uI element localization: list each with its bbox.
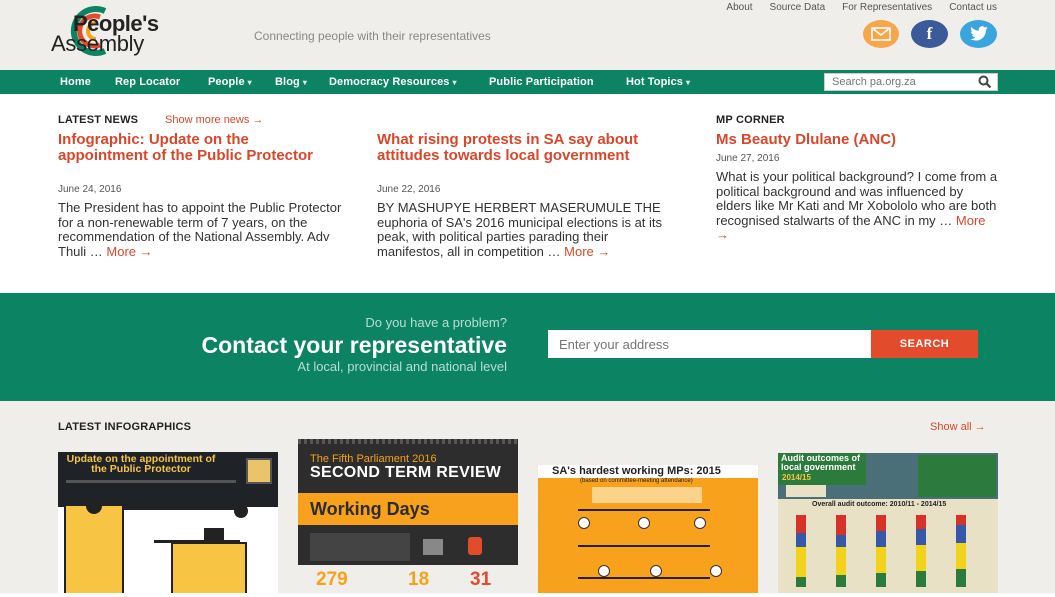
infographic-card-public-protector[interactable]: Update on the appointment of the Public … <box>58 452 278 597</box>
news-excerpt-2: BY MASHUPYE HERBERT MASERUMULE THE eupho… <box>377 200 672 259</box>
card1-box-left <box>64 504 124 597</box>
card2-running-figure <box>468 537 482 555</box>
card1-thumbnail <box>246 458 272 484</box>
nav-home[interactable]: Home <box>60 76 91 88</box>
top-links: About Source Data For Representatives Co… <box>726 2 997 13</box>
nav-rep-locator[interactable]: Rep Locator <box>115 76 180 88</box>
card1-step-dot <box>234 504 248 518</box>
card2-stat-1: 279 <box>316 569 348 590</box>
nav-public-participation-label: Public Participation <box>489 76 594 88</box>
contact-title: Contact your representative <box>201 332 507 358</box>
mp-corner-heading: MP CORNER <box>716 114 785 126</box>
show-all-infographics-link[interactable]: Show all → <box>930 421 986 433</box>
email-icon[interactable] <box>863 20 899 48</box>
news-more-link-1[interactable]: More → <box>106 244 152 259</box>
nav-public-participation[interactable]: Public Participation <box>489 76 594 88</box>
nav-people[interactable]: People ▾ <box>208 76 252 88</box>
card1-meeting-icon <box>204 528 224 542</box>
card4-legend-icons <box>786 485 826 497</box>
site-header: People's Assembly Connecting people with… <box>0 0 1055 70</box>
news-date-1: June 24, 2016 <box>58 184 122 195</box>
card4-key-box <box>918 455 996 497</box>
card3-mp-photo <box>694 517 706 529</box>
contact-representative-band: Do you have a problem? Contact your repr… <box>0 293 1055 401</box>
card2-stripe <box>298 439 518 444</box>
facebook-icon[interactable]: f <box>911 20 948 48</box>
card4-title: Audit outcomes of local government <box>781 453 860 472</box>
news-title-2[interactable]: What rising protests in SA say about att… <box>377 132 647 164</box>
nav-democracy-resources[interactable]: Democracy Resources ▾ <box>329 76 457 88</box>
card2-stat-3: 31 <box>470 569 492 590</box>
mp-corner-excerpt: What is your political background? I com… <box>716 169 998 243</box>
chevron-down-icon: ▾ <box>247 78 252 87</box>
card2-description-box <box>310 533 410 561</box>
nav-hot-topics[interactable]: Hot Topics ▾ <box>626 76 690 88</box>
latest-infographics-heading: LATEST INFOGRAPHICS <box>58 421 192 433</box>
card3-mp-photo <box>638 517 650 529</box>
site-tagline: Connecting people with their representat… <box>254 29 491 43</box>
contact-question: Do you have a problem? <box>365 315 507 330</box>
mp-corner-date: June 27, 2016 <box>716 153 780 164</box>
address-input[interactable] <box>548 330 872 358</box>
nav-democracy-resources-label: Democracy Resources <box>329 76 450 88</box>
card4-chart-title: Overall audit outcome: 2010/11 - 2014/15 <box>812 501 947 508</box>
news-more-link-2[interactable]: More → <box>564 244 610 259</box>
card1-title: Update on the appointment of the Public … <box>66 453 216 475</box>
chevron-down-icon: ▾ <box>452 78 457 87</box>
nav-home-label: Home <box>60 76 91 88</box>
card3-subtitle: (based on committee-meeting attendance) <box>580 478 693 484</box>
nav-people-label: People <box>208 76 245 88</box>
address-search-button[interactable]: SEARCH <box>871 330 978 358</box>
chevron-down-icon: ▾ <box>686 78 691 87</box>
card3-mp-photo <box>710 565 722 577</box>
nav-blog[interactable]: Blog ▾ <box>275 76 307 88</box>
logo-text-assembly: Assembly <box>51 31 144 56</box>
card3-note <box>592 487 702 503</box>
card3-mp-photo <box>578 517 590 529</box>
card3-mp-photo <box>598 565 610 577</box>
twitter-icon[interactable] <box>960 20 997 48</box>
card3-track-2 <box>578 545 710 547</box>
card1-connector <box>124 507 236 510</box>
page-bottom-edge <box>0 593 1055 597</box>
card3-track-1 <box>578 509 710 511</box>
card4-bar-group <box>796 515 966 587</box>
mp-corner-title[interactable]: Ms Beauty Dlulane (ANC) <box>716 132 896 148</box>
card1-portrait <box>86 498 102 514</box>
contact-subtitle: At local, provincial and national level <box>297 359 507 374</box>
card2-title-big: SECOND TERM REVIEW <box>310 464 502 481</box>
contact-us-link[interactable]: Contact us <box>949 2 997 13</box>
news-title-1[interactable]: Infographic: Update on the appointment o… <box>58 132 318 164</box>
news-excerpt-1: The President has to appoint the Public … <box>58 200 348 259</box>
chevron-down-icon: ▾ <box>302 78 307 87</box>
card4-year: 2014/15 <box>782 473 811 482</box>
for-representatives-link[interactable]: For Representatives <box>842 2 932 13</box>
card1-divider <box>66 480 236 483</box>
site-search-input[interactable] <box>824 73 998 91</box>
nav-blog-label: Blog <box>275 76 300 88</box>
card4-audit-bar-chart <box>796 515 966 587</box>
main-nav: Home Rep Locator People ▾ Blog ▾ Democracy… <box>0 70 1055 94</box>
card1-box-right <box>171 542 247 597</box>
nav-rep-locator-label: Rep Locator <box>115 76 181 88</box>
news-date-2: June 22, 2016 <box>377 184 441 195</box>
news-excerpt-1-text: The President has to appoint the Public … <box>58 200 342 259</box>
news-excerpt-2-text: BY MASHUPYE HERBERT MASERUMULE THE eupho… <box>377 200 663 259</box>
show-more-news-link[interactable]: Show more news → <box>165 114 263 126</box>
infographic-card-hardest-working-mps[interactable]: SA's hardest working MPs: 2015 (based on… <box>538 465 758 597</box>
about-link[interactable]: About <box>726 2 752 13</box>
card2-stat-2: 18 <box>408 569 430 590</box>
card3-title: SA's hardest working MPs: 2015 <box>552 465 721 477</box>
card2-subtitle: Working Days <box>310 499 430 519</box>
infographic-card-audit-outcomes[interactable]: Audit outcomes of local government 2014/… <box>778 453 998 597</box>
latest-news-heading: LATEST NEWS <box>58 114 139 126</box>
infographic-card-second-term-review[interactable]: The Fifth Parliament 2016 SECOND TERM RE… <box>298 439 518 597</box>
search-icon[interactable] <box>978 75 992 89</box>
nav-hot-topics-label: Hot Topics <box>626 76 684 88</box>
source-data-link[interactable]: Source Data <box>770 2 826 13</box>
card3-track-3 <box>578 577 710 579</box>
card2-walking-figure <box>423 539 443 555</box>
card3-mp-photo <box>650 565 662 577</box>
